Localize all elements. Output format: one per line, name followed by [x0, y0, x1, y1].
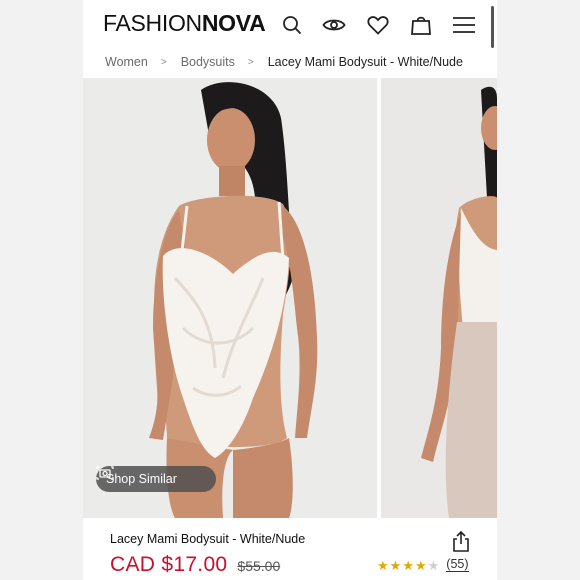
site-header: FASHIONNOVA [83, 0, 497, 48]
product-image-secondary[interactable] [381, 78, 497, 518]
scrollbar[interactable] [491, 6, 494, 48]
breadcrumb-separator: > [247, 56, 254, 68]
shop-similar-button[interactable]: Shop Similar [96, 466, 216, 492]
review-count[interactable]: (55) [446, 558, 469, 572]
shop-similar-label: Shop Similar [106, 472, 177, 486]
star-icon: ★ [389, 557, 402, 573]
breadcrumb: Women > Bodysuits > Lacey Mami Bodysuit … [105, 54, 463, 70]
product-gallery[interactable]: Shop Similar [83, 78, 497, 518]
product-image-main[interactable]: Shop Similar [83, 78, 377, 518]
breadcrumb-separator: > [160, 56, 167, 68]
product-rating[interactable]: ★ ★ ★ ★ ★ (55) [377, 558, 469, 572]
breadcrumb-women[interactable]: Women [105, 55, 148, 69]
breadcrumb-bodysuits[interactable]: Bodysuits [181, 55, 235, 69]
camera-icon [96, 466, 114, 480]
heart-icon[interactable] [365, 12, 391, 38]
share-icon[interactable] [452, 530, 470, 552]
eye-icon[interactable] [321, 12, 347, 38]
fashionnova-logo[interactable]: FASHIONNOVA [103, 10, 266, 37]
breadcrumb-current: Lacey Mami Bodysuit - White/Nude [267, 55, 463, 69]
menu-icon[interactable] [451, 12, 477, 38]
shopping-bag-icon[interactable] [408, 12, 434, 38]
original-price: $55.00 [237, 558, 281, 574]
star-icon: ★ [377, 557, 389, 573]
logo-text-fashion: FASHION [103, 10, 202, 36]
product-page: FASHIONNOVA Women > Bodysuits > Lacey Ma… [83, 0, 497, 580]
price-row: CAD $17.00 $55.00 [110, 553, 280, 577]
logo-text-nova: NOVA [201, 10, 266, 36]
star-empty-icon: ★ [427, 557, 440, 573]
sale-price: CAD $17.00 [110, 553, 228, 576]
star-icon: ★ [402, 557, 414, 573]
product-info: Lacey Mami Bodysuit - White/Nude CAD $17… [83, 518, 497, 580]
search-icon[interactable] [279, 12, 305, 38]
star-icon: ★ [414, 557, 427, 573]
product-title: Lacey Mami Bodysuit - White/Nude [110, 532, 306, 546]
